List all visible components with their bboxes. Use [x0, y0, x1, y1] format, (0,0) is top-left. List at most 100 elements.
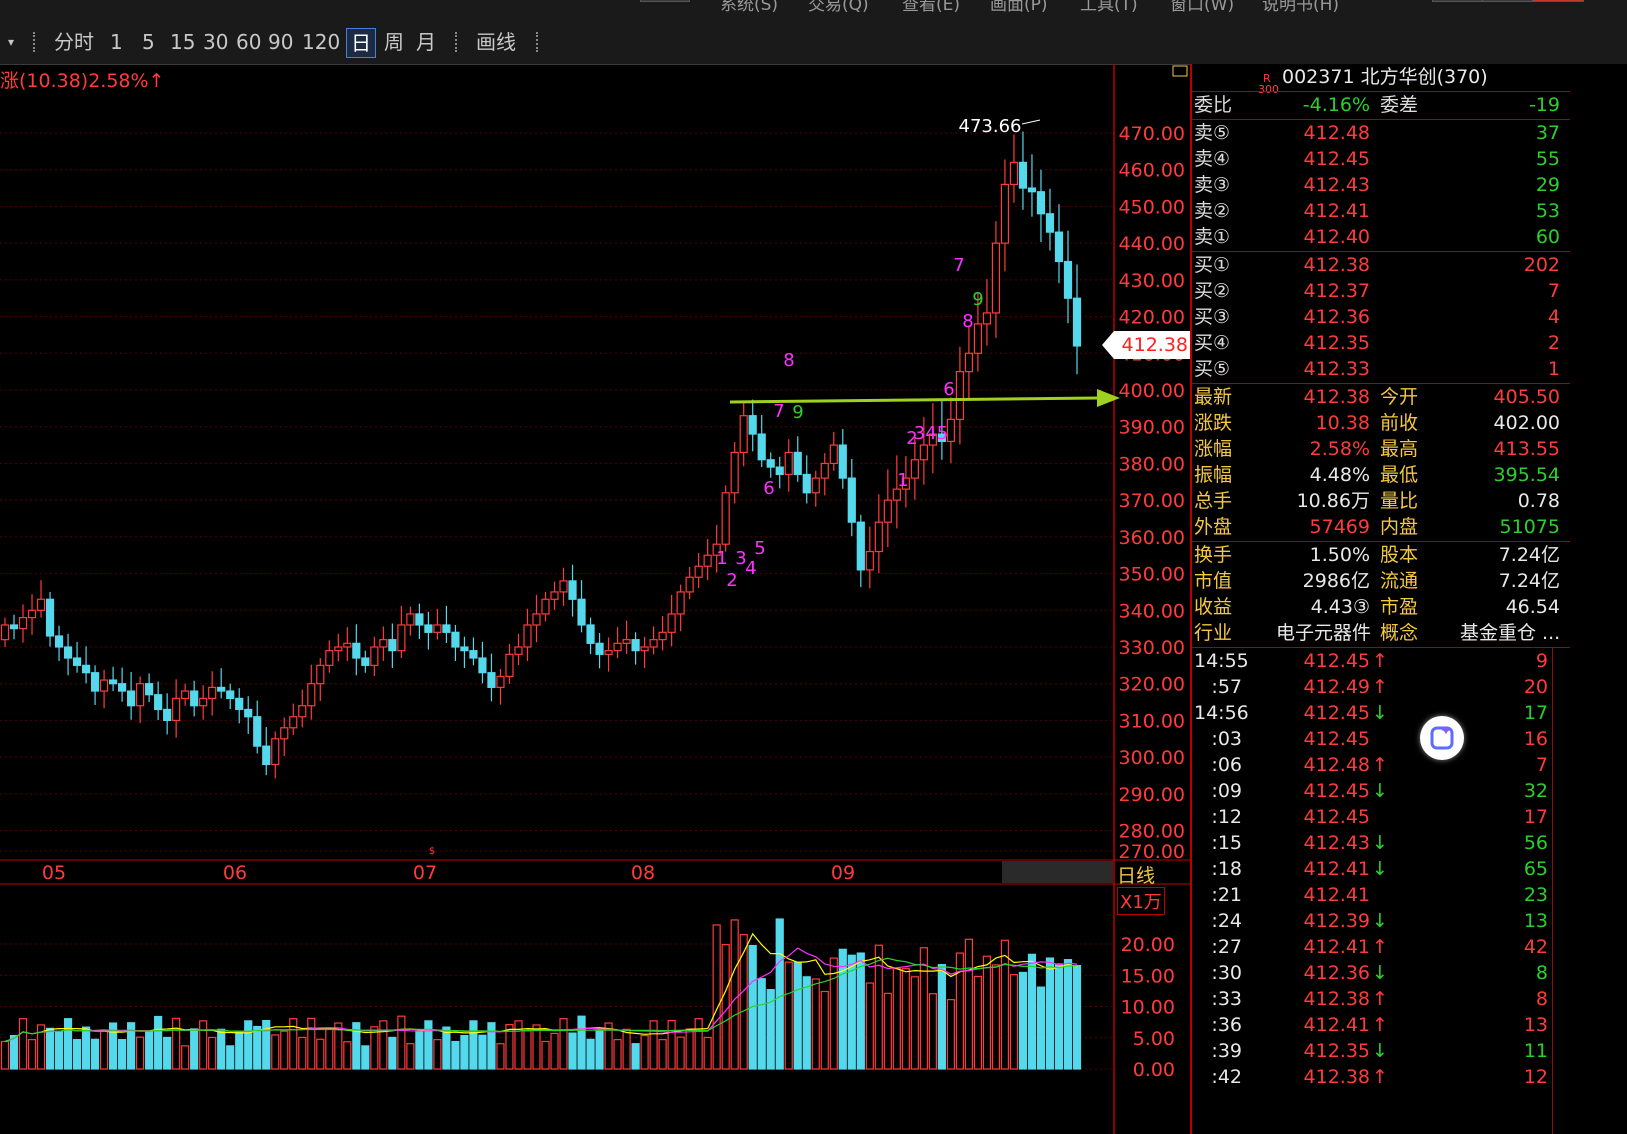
- minimize-button[interactable]: [1432, 0, 1484, 2]
- weicha-value: -19: [1528, 94, 1560, 116]
- menu-item[interactable]: 查看(E): [902, 0, 960, 15]
- tick-time: :30: [1211, 962, 1242, 984]
- price-tick-label: 470.00: [1119, 123, 1185, 145]
- volume-bar: [379, 1020, 388, 1070]
- volume-bar: [136, 1036, 145, 1070]
- candle-body: [271, 738, 280, 766]
- tick-price: 412.41: [1303, 1014, 1370, 1036]
- ai-assistant-button[interactable]: [1420, 716, 1464, 760]
- candle-body: [217, 686, 226, 692]
- menu-item[interactable]: 画面(P): [990, 0, 1048, 15]
- tick-volume: 8: [1535, 988, 1548, 1010]
- stat-value: 57469: [1309, 516, 1370, 538]
- volume-bar: [901, 968, 910, 1070]
- stat-label: 今开: [1380, 386, 1419, 408]
- price-tick-label: 360.00: [1119, 527, 1185, 549]
- volume-bar: [829, 957, 838, 1070]
- volume-bar: [181, 1045, 190, 1070]
- tick-direction-icon: ↓: [1372, 910, 1388, 932]
- volume-bar: [18, 1018, 28, 1070]
- industry-label: 行业: [1194, 622, 1233, 644]
- candle-body: [1045, 213, 1055, 233]
- sell-level-row: 卖① 412.40 60: [1192, 224, 1570, 250]
- sell-volume: 37: [1535, 122, 1560, 144]
- candle-body: [27, 609, 37, 619]
- price-tick-label: 450.00: [1119, 196, 1185, 218]
- volume-bar: [1018, 971, 1028, 1070]
- stat-value: 0.78: [1517, 490, 1560, 512]
- volume-bar: [298, 1036, 307, 1070]
- candle-body: [1009, 161, 1019, 186]
- candle-body: [72, 657, 82, 666]
- buy-level-row: 买④ 412.35 2: [1192, 330, 1570, 356]
- volume-bar: [1027, 953, 1037, 1070]
- candle-body: [451, 631, 460, 648]
- stat-label: 最高: [1380, 438, 1419, 460]
- candle-body: [1063, 260, 1073, 299]
- stat-label: 涨幅: [1194, 438, 1233, 460]
- sell-label: 卖③: [1194, 174, 1231, 196]
- candle-body: [757, 433, 766, 461]
- tick-time: :57: [1211, 676, 1242, 698]
- menu-item[interactable]: 系统(S): [720, 0, 778, 15]
- menu-item[interactable]: 工具(T): [1080, 0, 1138, 15]
- tick-row: :57 412.49 ↑ 20: [1192, 674, 1570, 700]
- candle-body: [739, 415, 748, 454]
- candle-body: [883, 499, 892, 523]
- candle-body: [820, 462, 829, 479]
- price-tick-label: 380.00: [1119, 453, 1185, 475]
- stat-value: 4.48%: [1309, 464, 1370, 486]
- period-90[interactable]: 90: [268, 28, 293, 56]
- stat-value: 2986亿: [1302, 570, 1370, 592]
- sell-price: 412.40: [1303, 226, 1370, 248]
- volume-bar: [99, 1030, 109, 1070]
- candle-body: [604, 650, 613, 655]
- volume-bar: [631, 1043, 640, 1070]
- candle-body: [775, 466, 784, 476]
- candle-body: [973, 323, 983, 354]
- kline-chart[interactable]: 470.00460.00450.00440.00430.00420.00410.…: [0, 64, 1190, 1134]
- candle-body: [514, 646, 523, 655]
- candle-body: [766, 459, 775, 468]
- volume-bar: [892, 968, 901, 1070]
- period-15[interactable]: 15: [170, 28, 195, 56]
- volume-bar: [433, 1039, 442, 1070]
- candle-body: [505, 653, 514, 677]
- period-月[interactable]: 月: [416, 28, 436, 56]
- draw-line-button[interactable]: 画线: [476, 28, 516, 56]
- tick-direction-icon: ↑: [1372, 936, 1388, 958]
- sell-level-row: 卖③ 412.43 29: [1192, 172, 1570, 198]
- menu-item[interactable]: 窗口(W): [1170, 0, 1234, 15]
- candle-body: [919, 444, 928, 461]
- period-60[interactable]: 60: [236, 28, 261, 56]
- tick-price: 412.45: [1303, 702, 1370, 724]
- period-周[interactable]: 周: [384, 28, 404, 56]
- tick-scrollbar[interactable]: [1552, 648, 1567, 1134]
- period-5[interactable]: 5: [142, 28, 155, 56]
- period-1[interactable]: 1: [110, 28, 123, 56]
- month-label: 08: [631, 862, 655, 884]
- window-tab-button[interactable]: [640, 0, 690, 2]
- menu-item[interactable]: 说明书(H): [1262, 0, 1339, 15]
- concept-value: 基金重仓 ...: [1460, 622, 1561, 644]
- candle-body: [406, 613, 415, 626]
- maximize-button[interactable]: [1482, 0, 1534, 2]
- period-label: 日线: [1117, 865, 1156, 887]
- period-timeshare[interactable]: 分时: [54, 28, 94, 56]
- candle-body: [118, 683, 127, 692]
- volume-bar: [550, 1032, 559, 1070]
- volume-bar: [27, 1039, 37, 1070]
- stat-value: 2.58%: [1309, 438, 1370, 460]
- buy-volume: 1: [1547, 358, 1560, 380]
- candle-body: [289, 716, 298, 729]
- settings-icon[interactable]: [1172, 65, 1188, 77]
- menu-item[interactable]: 交易(Q): [808, 0, 869, 15]
- tick-time: :39: [1211, 1040, 1242, 1062]
- price-tick-label: 340.00: [1119, 600, 1185, 622]
- close-button[interactable]: [1532, 0, 1584, 2]
- dropdown-icon[interactable]: ▾: [8, 28, 14, 56]
- period-120[interactable]: 120: [302, 28, 340, 56]
- period-日[interactable]: 日: [346, 28, 376, 58]
- period-30[interactable]: 30: [203, 28, 228, 56]
- td-sequence-label: 2: [726, 570, 737, 591]
